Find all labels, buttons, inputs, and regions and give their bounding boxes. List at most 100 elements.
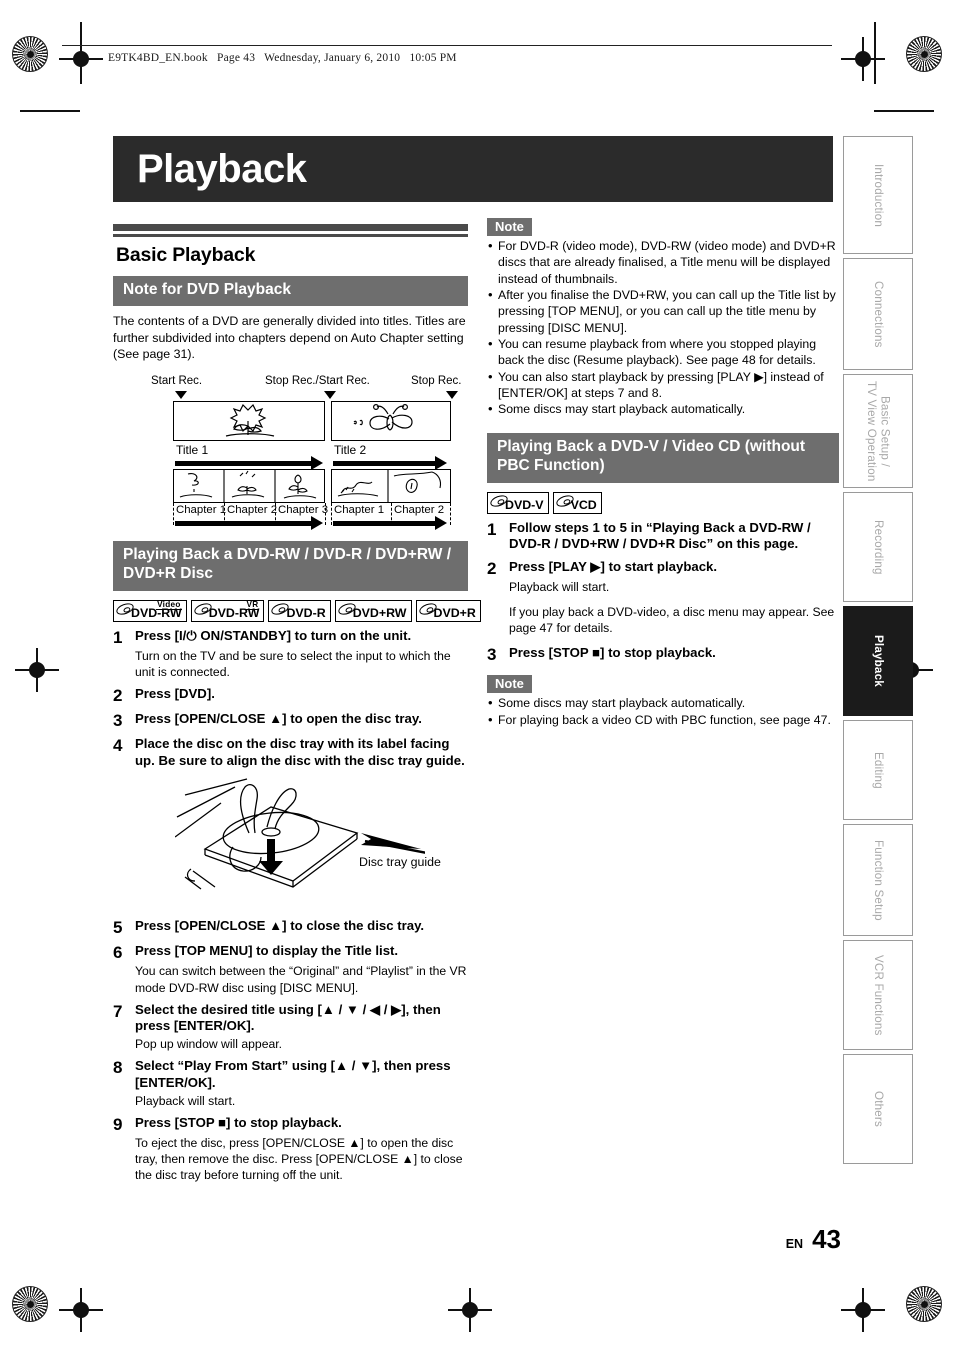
section-title: Basic Playback — [116, 244, 256, 266]
disc-icon-dvd-plus-r: DVD+R — [415, 599, 481, 622]
registration-target-mid-left — [15, 648, 59, 692]
proc2-step-1: 1 Follow steps 1 to 5 in “Playing Back a… — [487, 520, 839, 554]
step-number: 6 — [113, 943, 123, 963]
tab-editing[interactable]: Editing — [843, 720, 913, 820]
tab-function-setup[interactable]: Function Setup — [843, 824, 913, 936]
registration-circle-bottom-right — [906, 1286, 942, 1322]
subsection-heading-playing-back-dvd-v: Playing Back a DVD-V / Video CD (without… — [487, 432, 839, 483]
registration-circle-top-right — [906, 36, 942, 72]
step-text: Press [STOP ■] to stop playback. — [509, 645, 716, 661]
diagram-chapter-arrowhead-2 — [435, 515, 447, 530]
crop-mark-top-right — [874, 110, 934, 112]
registration-target-bottom-center — [448, 1288, 492, 1332]
diagram-chapter-arrow-2 — [333, 520, 435, 526]
diagram-chapter-label: Chapter 1 — [176, 503, 227, 516]
diagram-chapter-thumbs-title2 — [331, 468, 451, 503]
crop-mark-top — [20, 110, 80, 112]
step-number: 1 — [113, 627, 123, 647]
step-text: Select the desired title using [▲ / ▼ / … — [135, 1001, 441, 1034]
diagram-marker-arrow-1 — [175, 390, 187, 399]
note-item: Some discs may start playback automatica… — [487, 694, 839, 712]
proc2-step-2-detail: Playback will start. — [509, 580, 610, 595]
tab-vcr-functions[interactable]: VCR Functions — [843, 940, 913, 1050]
note-tag: Note — [487, 675, 532, 694]
step-text: Press [DVD]. — [135, 685, 215, 701]
tab-label: Editing — [871, 751, 885, 789]
tab-others[interactable]: Others — [843, 1054, 913, 1164]
step-2: 2 Press [DVD]. — [113, 686, 468, 705]
tab-basic-setup[interactable]: Basic Setup / TV View Operation — [843, 374, 913, 488]
diagram-marker-arrow-2 — [324, 390, 336, 399]
footer-page-number: 43 — [812, 1224, 841, 1254]
diagram-chapter-label: Chapter 3 — [278, 503, 329, 516]
step-1-detail: Turn on the TV and be sure to select the… — [135, 648, 451, 679]
disc-icon-label: DVD-V — [505, 497, 544, 512]
section-rule-thick — [113, 224, 468, 231]
step-6: 6 Press [TOP MENU] to display the Title … — [113, 943, 468, 962]
proc2-step-2: 2 Press [PLAY ▶] to start playback. — [487, 559, 839, 578]
note-tag: Note — [487, 218, 532, 236]
tab-label: Introduction — [871, 163, 885, 227]
note-body-text: The contents of a DVD are generally divi… — [113, 313, 466, 362]
diagram-chapter-label: Chapter 1 — [334, 503, 385, 516]
section-tabs: Introduction Connections Basic Setup / T… — [843, 136, 913, 1168]
diagram-title1-label: Title 1 — [176, 442, 209, 457]
registration-circle-bottom-left — [12, 1286, 48, 1322]
registration-target-bottom-right — [841, 1288, 885, 1332]
tab-playback[interactable]: Playback — [843, 606, 913, 716]
diagram-title1-arrow — [175, 460, 311, 466]
crop-mark-left — [80, 22, 82, 84]
step-8-detail: Playback will start. — [135, 1093, 236, 1108]
title-chapter-diagram: Start Rec. Stop Rec./Start Rec. Stop Rec… — [135, 375, 483, 530]
diagram-chapter-label: Chapter 2 — [394, 503, 445, 516]
tab-label: Others — [871, 1091, 885, 1127]
diagram-title2-thumb — [331, 400, 451, 441]
tab-introduction[interactable]: Introduction — [843, 136, 913, 254]
diagram-chapter-divider — [173, 502, 174, 525]
diagram-rec-labels: Start Rec. Stop Rec./Start Rec. Stop Rec… — [135, 375, 483, 390]
diagram-title1-thumb — [173, 400, 325, 441]
note-top-list: For DVD-R (video mode), DVD-RW (video mo… — [487, 237, 839, 418]
disc-icon-dvd-r: DVD-R — [268, 599, 331, 622]
step-text: Follow steps 1 to 5 in “Playing Back a D… — [509, 519, 811, 552]
note-item: For DVD-R (video mode), DVD-RW (video mo… — [487, 237, 839, 287]
diagram-label-stop-start-rec: Stop Rec./Start Rec. — [265, 374, 370, 387]
subsection-heading-playing-back-dvd-rw: Playing Back a DVD-RW / DVD-R / DVD+RW /… — [113, 540, 468, 591]
disc-icon-dvd-v: DVD-V — [487, 491, 549, 514]
tab-label: Playback — [871, 635, 885, 687]
diagram-title2-arrowhead — [435, 455, 447, 470]
note-bottom-list: Some discs may start playback automatica… — [487, 694, 839, 728]
file-header-text: E9TK4BD_EN.book Page 43 Wednesday, Janua… — [108, 52, 457, 64]
disc-icon-sup: VR — [245, 599, 260, 611]
step-number: 4 — [113, 735, 123, 755]
step-9: 9 Press [STOP ■] to stop playback. — [113, 1115, 468, 1134]
step-7-detail: Pop up window will appear. — [135, 1037, 283, 1052]
page-footer: EN 43 — [786, 1224, 841, 1255]
chapter-sketches-title1 — [179, 469, 317, 502]
disc-icon-sup: Video — [156, 599, 182, 611]
step-number: 9 — [113, 1114, 123, 1134]
step-text: Press [OPEN/CLOSE ▲] to close the disc t… — [135, 918, 425, 934]
step-number: 5 — [113, 918, 123, 938]
tab-label: Connections — [871, 280, 885, 348]
diagram-chapter-arrowhead-1 — [311, 515, 323, 530]
step-number: 3 — [113, 710, 123, 730]
left-column: Basic Playback Note for DVD Playback The… — [113, 224, 481, 1183]
step-8: 8 Select “Play From Start” using [▲ / ▼]… — [113, 1058, 468, 1092]
tab-label: Recording — [871, 519, 885, 575]
step-text: Select “Play From Start” using [▲ / ▼], … — [135, 1058, 451, 1090]
disc-format-icons-proc1: Video DVD-RW VR DVD-RW DVD-R DVD+RW DVD+… — [113, 599, 481, 622]
step-text: Press [PLAY ▶] to start playback. — [509, 559, 718, 575]
diagram-chapter-divider — [450, 502, 451, 525]
tab-recording[interactable]: Recording — [843, 492, 913, 602]
disc-icon-label: VCD — [570, 497, 597, 512]
page-title: Playback — [137, 147, 307, 191]
tab-connections[interactable]: Connections — [843, 258, 913, 370]
diagram-marker-arrow-3 — [446, 390, 458, 399]
diagram-chapter-label: Chapter 2 — [227, 503, 278, 516]
diagram-chapter-arrow-1 — [175, 520, 311, 526]
chapter-sketches-title2 — [337, 469, 442, 502]
note-item: Some discs may start playback automatica… — [487, 400, 839, 418]
step-3: 3 Press [OPEN/CLOSE ▲] to open the disc … — [113, 711, 468, 730]
note-item: You can also start playback by pressing … — [487, 368, 839, 402]
